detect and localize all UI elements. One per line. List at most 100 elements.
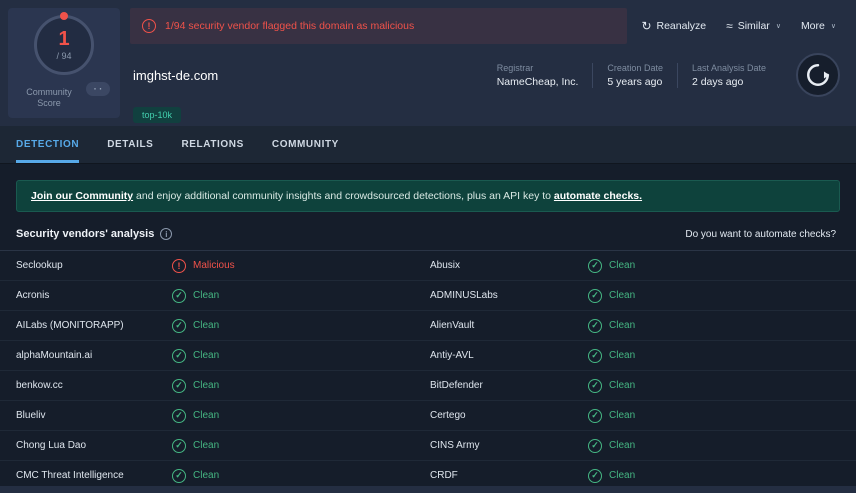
vendor-name: ADMINUSLabs — [430, 290, 498, 301]
vendor-status: ! Malicious — [172, 258, 430, 273]
section-title: Security vendors' analysis — [16, 228, 155, 240]
detection-panel: Join our Community and enjoy additional … — [0, 164, 856, 493]
vendor-status: ✓ Clean — [172, 408, 430, 423]
meta-value: 2 days ago — [691, 75, 744, 88]
score-gauge: 1 / 94 — [34, 12, 94, 75]
vendor-status: ✓ Clean — [172, 378, 430, 393]
status-label: Clean — [193, 290, 220, 301]
votes-pill[interactable] — [86, 82, 110, 96]
status-label: Clean — [609, 320, 636, 331]
join-community-link[interactable]: Join our Community — [31, 190, 133, 202]
vendor-status: ✓ Clean — [588, 378, 856, 393]
meta-last-analysis: Last Analysis Date 2 days ago — [676, 62, 780, 88]
header-actions: ↻ Reanalyze ≈ Similar ∨ More ∨ — [641, 20, 846, 32]
header-alert-row: ! 1/94 security vendor flagged this doma… — [130, 8, 846, 44]
tab-detection[interactable]: DETECTION — [16, 126, 80, 163]
tag-row: top-10k — [130, 105, 846, 123]
vendor-name: CMC Threat Intelligence — [16, 470, 124, 481]
community-banner-text: and enjoy additional community insights … — [133, 190, 554, 202]
status-label: Clean — [193, 410, 220, 421]
alert-icon: ! — [142, 19, 156, 33]
status-label: Clean — [609, 440, 636, 451]
vendor-status: ✓ Clean — [588, 468, 856, 483]
automate-checks-link[interactable]: automate checks. — [554, 190, 642, 202]
meta-creation-date: Creation Date 5 years ago — [592, 62, 677, 88]
status-label: Clean — [193, 470, 220, 481]
clean-icon: ✓ — [172, 438, 186, 453]
gauge-marker-icon — [60, 12, 68, 20]
tag-top10k[interactable]: top-10k — [133, 107, 182, 123]
vendor-status: ✓ Clean — [588, 318, 856, 333]
vendor-status: ✓ Clean — [172, 468, 430, 483]
tab-details[interactable]: DETAILS — [107, 126, 153, 163]
footer-bar — [0, 486, 856, 493]
vendor-status: ✓ Clean — [588, 408, 856, 423]
alert-text: 1/94 security vendor flagged this domain… — [165, 20, 415, 32]
status-label: Clean — [193, 440, 220, 451]
vendor-name: AILabs (MONITORAPP) — [16, 320, 124, 331]
score-total: / 94 — [56, 51, 72, 61]
virustotal-report: 1 / 94 Community Score ! 1/94 security v… — [0, 0, 856, 493]
clean-icon: ✓ — [588, 348, 602, 363]
meta-label: Creation Date — [607, 62, 663, 73]
meta-value: 5 years ago — [607, 75, 663, 88]
vendor-name: AlienVault — [430, 320, 475, 331]
tab-bar: DETECTION DETAILS RELATIONS COMMUNITY — [0, 126, 856, 164]
status-label: Clean — [609, 350, 636, 361]
info-icon[interactable]: i — [160, 228, 173, 240]
malicious-alert-banner: ! 1/94 security vendor flagged this doma… — [130, 8, 628, 44]
table-row: Seclookup! Malicious Abusix ✓ Clean — [0, 251, 856, 281]
tab-relations[interactable]: RELATIONS — [181, 126, 243, 163]
reanalyze-button[interactable]: ↻ Reanalyze — [641, 20, 706, 32]
chevron-down-icon: ∨ — [775, 23, 781, 30]
vendor-status: ✓ Clean — [172, 288, 430, 303]
clean-icon: ✓ — [588, 438, 602, 453]
table-row: Chong Lua Dao ✓ Clean CINS Army ✓ Clean — [0, 431, 856, 461]
table-row: Blueliv ✓ Clean Certego ✓ Clean — [0, 401, 856, 431]
score-value: 1 — [58, 28, 70, 50]
meta-value: NameCheap, Inc. — [496, 75, 579, 88]
status-label: Malicious — [193, 260, 235, 271]
clean-icon: ✓ — [588, 258, 602, 273]
vendor-status: ✓ Clean — [588, 288, 856, 303]
vendor-name: Abusix — [430, 260, 461, 271]
community-score-card: 1 / 94 Community Score — [8, 8, 120, 118]
clean-icon: ✓ — [588, 408, 602, 423]
clean-icon: ✓ — [588, 378, 602, 393]
analysis-header: Security vendors' analysis i Do you want… — [0, 224, 856, 251]
vendor-status: ✓ Clean — [172, 348, 430, 363]
clean-icon: ✓ — [172, 378, 186, 393]
virustotal-logo — [796, 53, 840, 97]
status-label: Clean — [609, 290, 636, 301]
domain-meta: Registrar NameCheap, Inc. Creation Date … — [483, 62, 780, 88]
vendor-name: CRDF — [430, 470, 458, 481]
automate-question[interactable]: Do you want to automate checks? — [685, 229, 840, 240]
header-right: ! 1/94 security vendor flagged this doma… — [130, 8, 846, 126]
status-label: Clean — [609, 410, 636, 421]
vendor-name: BitDefender — [430, 380, 483, 391]
tab-community[interactable]: COMMUNITY — [272, 126, 339, 163]
clean-icon: ✓ — [172, 288, 186, 303]
vendor-name: benkow.cc — [16, 380, 63, 391]
community-banner: Join our Community and enjoy additional … — [16, 180, 840, 212]
more-button[interactable]: More ∨ — [801, 20, 836, 32]
malicious-icon: ! — [172, 258, 186, 273]
vendor-name: Blueliv — [16, 410, 46, 421]
table-row: Acronis ✓ Clean ADMINUSLabs ✓ Clean — [0, 281, 856, 311]
meta-label: Last Analysis Date — [691, 62, 766, 73]
report-header: 1 / 94 Community Score ! 1/94 security v… — [0, 0, 856, 126]
vendor-status: ✓ Clean — [588, 438, 856, 453]
section-title-wrap: Security vendors' analysis i — [16, 228, 173, 240]
status-label: Clean — [609, 470, 636, 481]
similar-icon: ≈ — [726, 19, 733, 33]
vendor-status: ✓ Clean — [172, 438, 430, 453]
status-label: Clean — [609, 260, 636, 271]
similar-button[interactable]: ≈ Similar ∨ — [726, 20, 781, 32]
domain-name: imghst-de.com — [133, 67, 219, 83]
clean-icon: ✓ — [172, 348, 186, 363]
clean-icon: ✓ — [588, 468, 602, 483]
vendor-name: Seclookup — [16, 260, 63, 271]
vendor-name: Antiy-AVL — [430, 350, 474, 361]
clean-icon: ✓ — [172, 408, 186, 423]
vendor-name: CINS Army — [430, 440, 480, 451]
